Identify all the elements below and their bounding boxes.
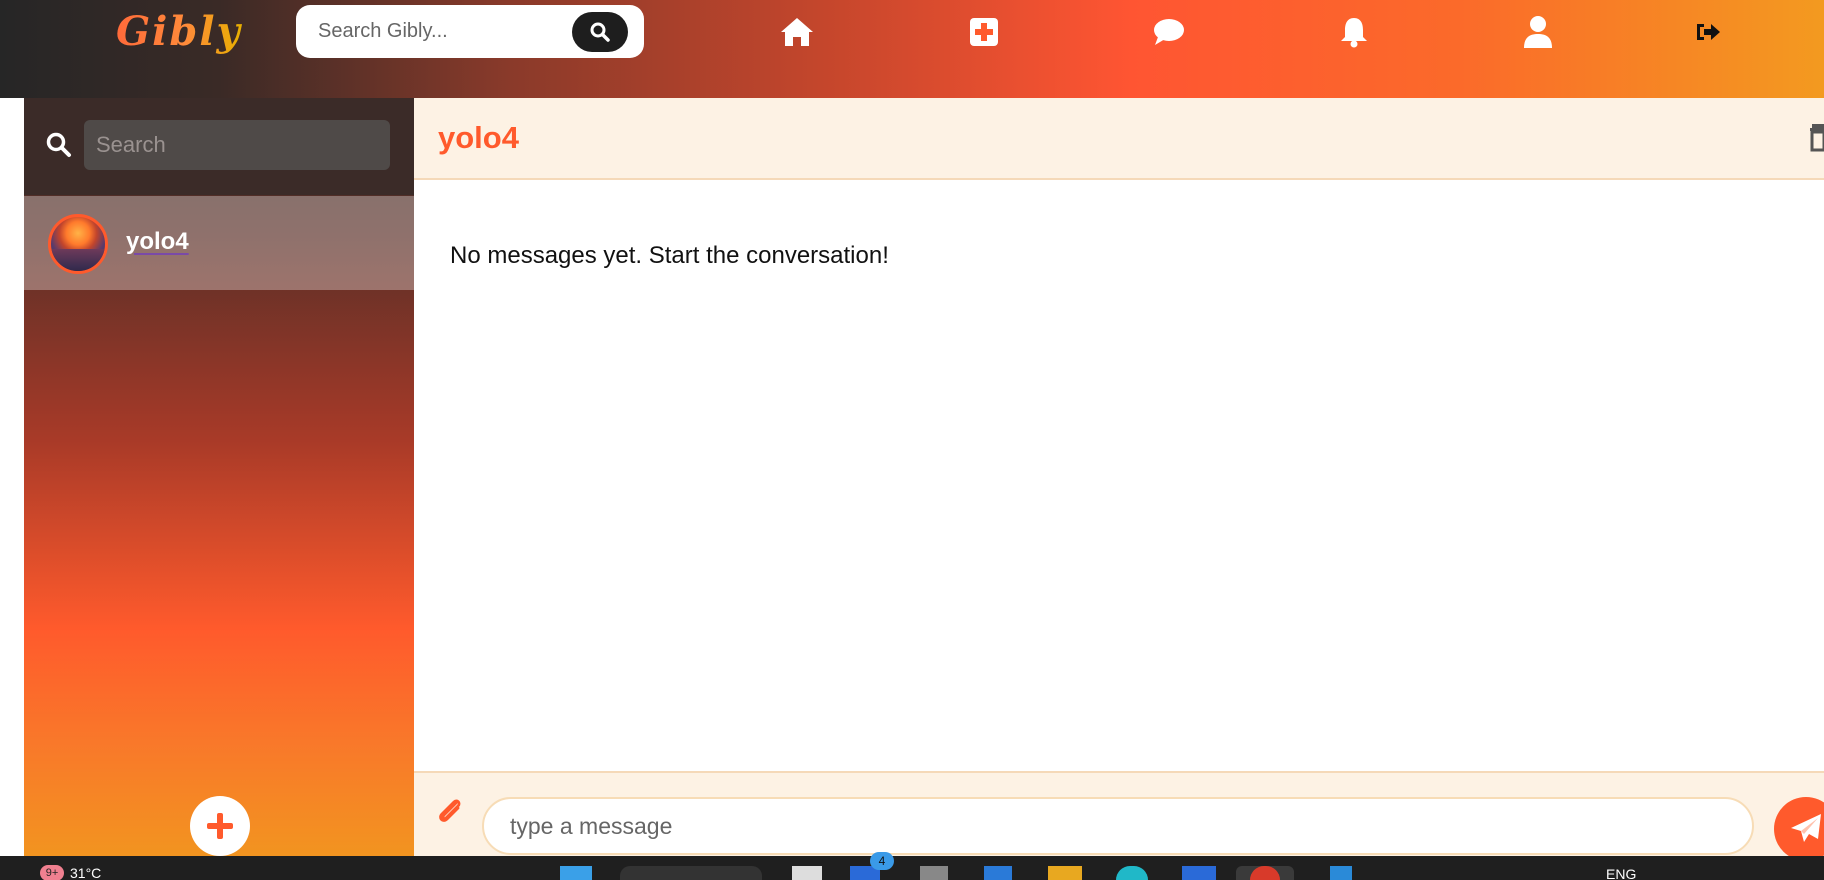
chat-bubble-icon	[1154, 19, 1184, 45]
taskbar-app-icon[interactable]	[984, 866, 1012, 880]
taskbar-app-icon[interactable]	[1182, 866, 1216, 880]
bell-icon	[1341, 18, 1367, 48]
app-badge: 4	[870, 852, 894, 870]
chat-title: yolo4	[438, 120, 519, 155]
global-search	[296, 5, 644, 58]
taskbar-search[interactable]	[620, 866, 762, 880]
taskbar-app-icon[interactable]	[1330, 866, 1352, 880]
chat-panel: yolo4 No messages yet. Start the convers…	[414, 98, 1824, 861]
empty-conversation-text: No messages yet. Start the conversation!	[450, 242, 889, 269]
global-search-button[interactable]	[572, 12, 628, 52]
top-navbar: Gibly	[0, 0, 1824, 98]
paper-plane-icon	[1791, 814, 1821, 842]
search-icon	[590, 22, 610, 42]
start-icon[interactable]	[560, 866, 592, 880]
chat-header: yolo4	[414, 98, 1824, 180]
nav-notifications[interactable]	[1334, 12, 1374, 52]
trash-icon[interactable]	[1808, 122, 1824, 152]
taskbar-app-icon[interactable]	[792, 866, 822, 880]
notification-badge[interactable]: 9+	[40, 865, 64, 880]
language-indicator[interactable]: ENG	[1606, 866, 1636, 880]
home-icon	[781, 18, 813, 46]
new-conversation-button[interactable]	[190, 796, 250, 856]
search-icon	[46, 132, 71, 157]
global-search-input[interactable]	[318, 15, 558, 47]
taskbar-app-icon[interactable]	[920, 866, 948, 880]
app-logo[interactable]: Gibly	[116, 8, 242, 55]
plus-square-icon	[970, 18, 998, 46]
weather-temperature[interactable]: 31°C	[70, 865, 101, 880]
sign-out-icon	[1697, 24, 1720, 40]
conversation-item[interactable]: yolo4	[24, 196, 414, 290]
taskbar-app-icon[interactable]	[1116, 866, 1148, 880]
user-icon	[1524, 16, 1552, 48]
sidebar-search-input[interactable]	[84, 120, 390, 170]
send-button[interactable]	[1774, 797, 1824, 861]
avatar	[48, 214, 108, 274]
folder-icon[interactable]	[1048, 866, 1082, 880]
plus-icon	[207, 813, 233, 839]
nav-home[interactable]	[777, 12, 817, 52]
conversation-name[interactable]: yolo4	[126, 228, 189, 256]
nav-create-post[interactable]	[964, 12, 1004, 52]
nav-profile[interactable]	[1518, 12, 1558, 52]
paperclip-icon[interactable]	[434, 795, 466, 827]
message-input[interactable]	[482, 797, 1754, 855]
nav-logout[interactable]	[1688, 12, 1728, 52]
message-composer	[414, 771, 1824, 861]
sidebar-search-bar	[24, 98, 414, 195]
nav-messages[interactable]	[1149, 12, 1189, 52]
conversation-sidebar: yolo4	[24, 98, 414, 856]
os-taskbar: 9+ 31°C 4 ENG	[0, 852, 1824, 880]
